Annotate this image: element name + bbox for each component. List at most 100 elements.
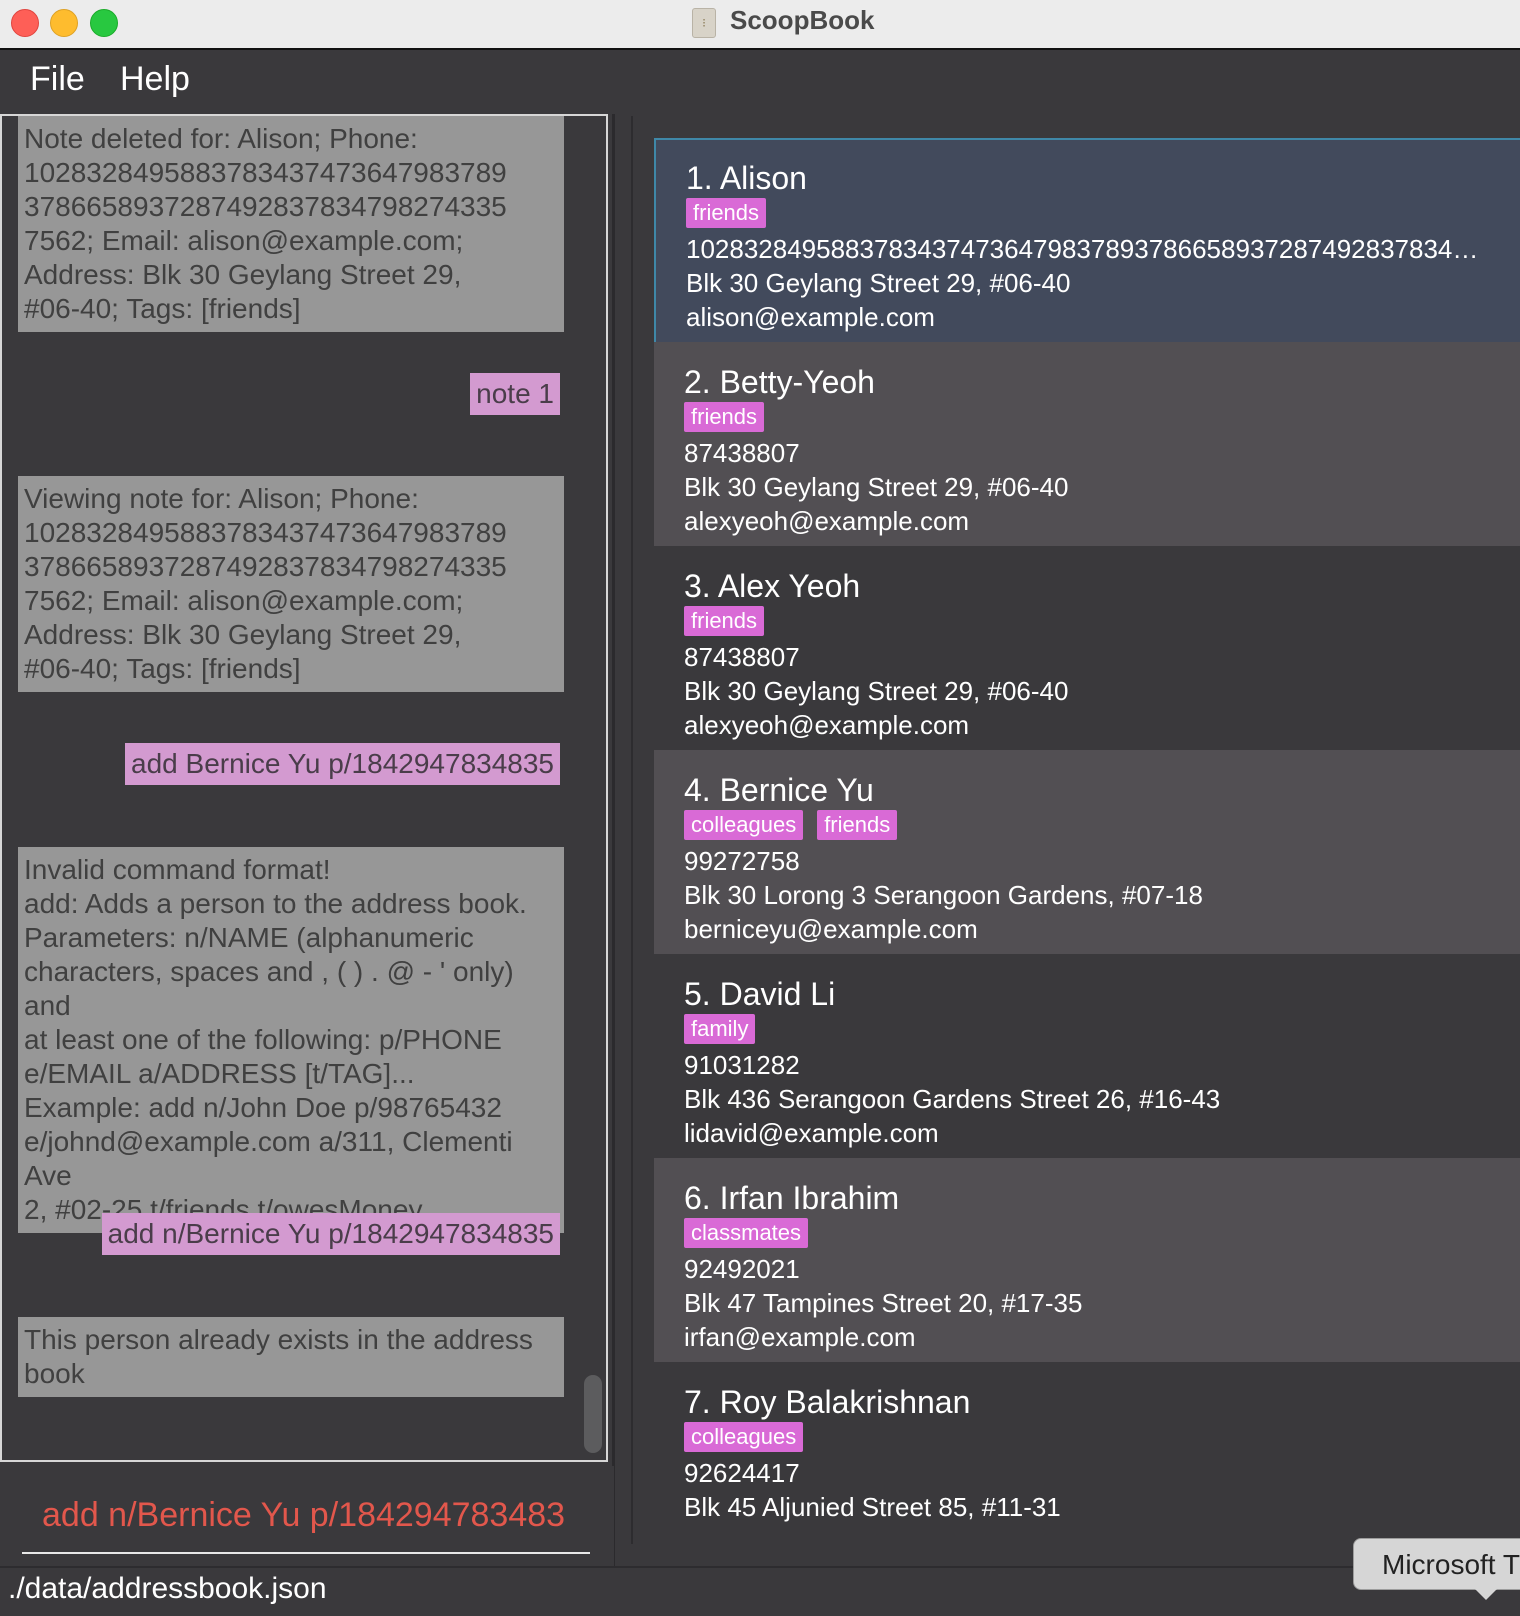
tag-badge: colleagues bbox=[684, 1422, 804, 1452]
panel-divider[interactable] bbox=[612, 114, 615, 1566]
close-window-button[interactable] bbox=[11, 9, 39, 37]
person-name: 5. David Li bbox=[684, 976, 836, 1012]
person-list-panel: 1. Alison friends 102832849588378343747364… bbox=[631, 116, 1520, 1544]
result-message-bubble: Note deleted for: Alison; Phone: 10283284… bbox=[18, 116, 564, 332]
command-input[interactable]: add n/Bernice Yu p/184294783483 bbox=[42, 1496, 565, 1535]
result-message-line: Address: Blk 30 Geylang Street 29, bbox=[24, 619, 462, 650]
tooltip-tail bbox=[1474, 1588, 1498, 1600]
title-bar: ⁝ ScoopBook bbox=[0, 0, 1520, 50]
tag-badge: friends bbox=[686, 198, 767, 228]
tag-badge: friends bbox=[684, 402, 765, 432]
tag-badge: classmates bbox=[684, 1218, 809, 1248]
person-email: berniceyu@example.com bbox=[684, 914, 978, 944]
tag-list: colleagues bbox=[684, 1422, 1492, 1456]
tag-list: family bbox=[684, 1014, 1492, 1048]
tag-badge: friends bbox=[817, 810, 898, 840]
result-message-line: Invalid command format! bbox=[24, 854, 331, 885]
result-message-line: 7562; Email: alison@example.com; bbox=[24, 225, 464, 256]
person-address: Blk 30 Lorong 3 Serangoon Gardens, #07-1… bbox=[684, 880, 1203, 910]
result-message-bubble: This person already exists in the addres… bbox=[18, 1317, 564, 1397]
result-message-line: at least one of the following: p/PHONE bbox=[24, 1024, 502, 1055]
status-bar: ./data/addressbook.json bbox=[0, 1566, 1520, 1616]
menu-bar: File Help bbox=[0, 50, 1520, 114]
user-command-bubble: add n/Bernice Yu p/1842947834835 bbox=[101, 1213, 560, 1255]
result-message-line: Example: add n/John Doe p/98765432 bbox=[24, 1092, 502, 1123]
result-message-line: 1028328495883783437473647983789 bbox=[24, 157, 507, 188]
person-phone: 92624417 bbox=[684, 1458, 800, 1488]
result-message-line: add: Adds a person to the address book. bbox=[24, 888, 527, 919]
person-address: Blk 45 Aljunied Street 85, #11-31 bbox=[684, 1492, 1061, 1522]
tag-list: friends bbox=[684, 606, 1492, 640]
person-card[interactable]: 1. Alison friends 102832849588378343747364… bbox=[654, 138, 1520, 344]
result-message-line: Parameters: n/NAME (alphanumeric bbox=[24, 922, 474, 953]
person-email: lidavid@example.com bbox=[684, 1118, 939, 1148]
tag-badge: friends bbox=[684, 606, 765, 636]
person-email: alexyeoh@example.com bbox=[684, 506, 970, 536]
person-phone: 92492021 bbox=[684, 1254, 800, 1284]
person-name: 1. Alison bbox=[686, 160, 807, 196]
person-phone: 91031282 bbox=[684, 1050, 800, 1080]
result-message-line: Address: Blk 30 Geylang Street 29, bbox=[24, 259, 462, 290]
result-message-line: e/johnd@example.com a/311, Clementi Ave bbox=[24, 1126, 513, 1191]
person-card[interactable]: 4. Bernice Yu colleagues friends 99272758 Bl… bbox=[654, 750, 1520, 960]
result-message-line: book bbox=[24, 1358, 85, 1389]
person-address: Blk 30 Geylang Street 29, #06-40 bbox=[684, 676, 1069, 706]
app-icon: ⁝ bbox=[692, 8, 716, 38]
tag-list: friends bbox=[686, 198, 1490, 232]
user-command-bubble: add Bernice Yu p/1842947834835 bbox=[125, 743, 560, 785]
menu-help[interactable]: Help bbox=[120, 60, 190, 99]
save-location: ./data/addressbook.json bbox=[8, 1572, 327, 1605]
tag-list: friends bbox=[684, 402, 1492, 436]
person-card[interactable]: 6. Irfan Ibrahim classmates 92492021 Blk 47… bbox=[654, 1158, 1520, 1368]
person-name: 6. Irfan Ibrahim bbox=[684, 1180, 900, 1216]
result-display-panel: Note deleted for: Alison; Phone: 10283284… bbox=[0, 114, 614, 1466]
person-list[interactable]: 1. Alison friends 102832849588378343747364… bbox=[654, 138, 1520, 1544]
tooltip: Microsoft T bbox=[1353, 1538, 1520, 1590]
person-phone: 87438807 bbox=[684, 438, 800, 468]
command-input-underline bbox=[22, 1552, 590, 1554]
person-address: Blk 436 Serangoon Gardens Street 26, #16… bbox=[684, 1084, 1221, 1114]
result-message-line: #06-40; Tags: [friends] bbox=[24, 293, 301, 324]
result-scrollbar[interactable] bbox=[584, 1375, 602, 1453]
result-message-line: 3786658937287492837834798274335 bbox=[24, 551, 507, 582]
person-email: irfan@example.com bbox=[684, 1322, 916, 1352]
person-card[interactable]: 5. David Li family 91031282 Blk 436 Serango… bbox=[654, 954, 1520, 1164]
person-card[interactable]: 2. Betty-Yeoh friends 87438807 Blk 30 Geyla… bbox=[654, 342, 1520, 552]
person-email: alexyeoh@example.com bbox=[684, 710, 970, 740]
person-address: Blk 30 Geylang Street 29, #06-40 bbox=[686, 268, 1071, 298]
person-name: 3. Alex Yeoh bbox=[684, 568, 861, 604]
result-message-line: #06-40; Tags: [friends] bbox=[24, 653, 301, 684]
person-address: Blk 30 Geylang Street 29, #06-40 bbox=[684, 472, 1069, 502]
tag-list: classmates bbox=[684, 1218, 1492, 1252]
tag-list: colleagues friends bbox=[684, 810, 1492, 844]
person-email: alison@example.com bbox=[686, 302, 935, 332]
menu-file[interactable]: File bbox=[30, 60, 85, 99]
result-message-line: 1028328495883783437473647983789 bbox=[24, 517, 507, 548]
result-display-list[interactable]: Note deleted for: Alison; Phone: 10283284… bbox=[0, 114, 608, 1462]
person-name: 7. Roy Balakrishnan bbox=[684, 1384, 971, 1420]
person-card[interactable]: 7. Roy Balakrishnan colleagues 92624417 Blk… bbox=[654, 1362, 1520, 1544]
result-message-line: Note deleted for: Alison; Phone: bbox=[24, 123, 418, 154]
result-message-bubble: Viewing note for: Alison; Phone: 10283284… bbox=[18, 476, 564, 692]
zoom-window-button[interactable] bbox=[90, 9, 118, 37]
result-message-line: This person already exists in the addres… bbox=[24, 1324, 533, 1355]
person-address: Blk 47 Tampines Street 20, #17-35 bbox=[684, 1288, 1083, 1318]
result-message-line: 3786658937287492837834798274335 bbox=[24, 191, 507, 222]
result-message-line: characters, spaces and , ( ) . @ - ' onl… bbox=[24, 956, 514, 1021]
result-message-line: Viewing note for: Alison; Phone: bbox=[24, 483, 419, 514]
person-phone: 87438807 bbox=[684, 642, 800, 672]
result-message-line: e/EMAIL a/ADDRESS [t/TAG]... bbox=[24, 1058, 415, 1089]
result-message-bubble: Invalid command format! add: Adds a perso… bbox=[18, 847, 564, 1233]
person-phone: 1028328495883783437473647983789378665893… bbox=[686, 234, 1490, 264]
user-command-bubble: note 1 bbox=[470, 373, 560, 415]
person-name: 2. Betty-Yeoh bbox=[684, 364, 875, 400]
window-title: ScoopBook bbox=[730, 5, 875, 35]
person-name: 4. Bernice Yu bbox=[684, 772, 874, 808]
person-card[interactable]: 3. Alex Yeoh friends 87438807 Blk 30 Geylan… bbox=[654, 546, 1520, 756]
tag-badge: colleagues bbox=[684, 810, 804, 840]
tag-badge: family bbox=[684, 1014, 756, 1044]
result-message-line: 7562; Email: alison@example.com; bbox=[24, 585, 464, 616]
minimize-window-button[interactable] bbox=[50, 9, 78, 37]
person-phone: 99272758 bbox=[684, 846, 800, 876]
command-box: add n/Bernice Yu p/184294783483 bbox=[0, 1466, 614, 1566]
